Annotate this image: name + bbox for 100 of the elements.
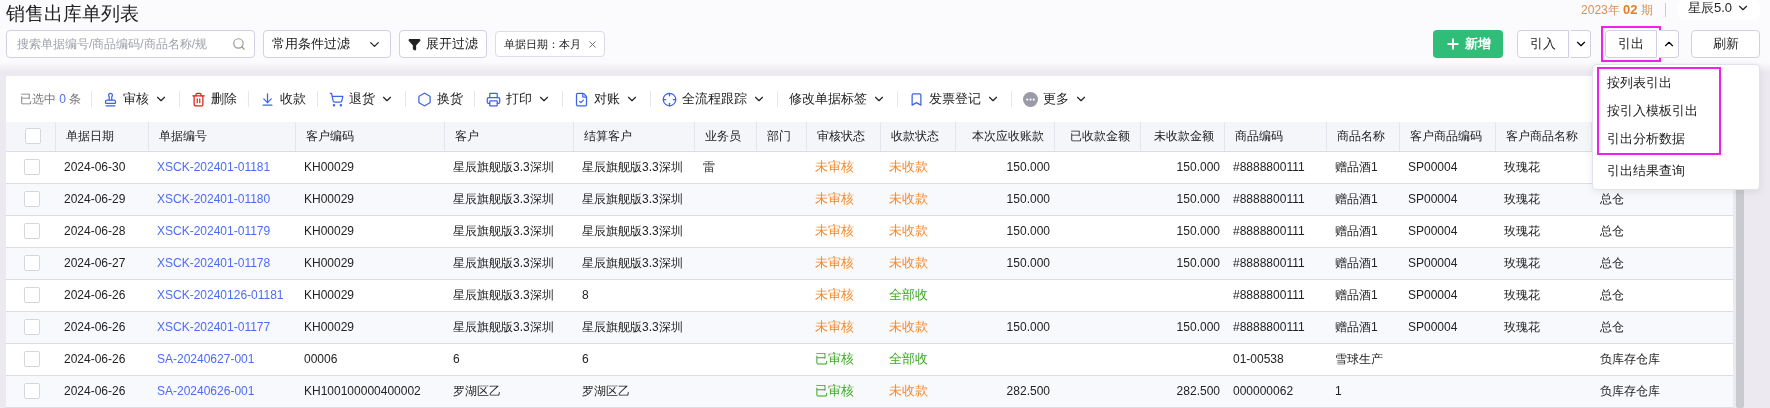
toolbar-button[interactable]: 发票登记	[897, 91, 1012, 107]
table-cell: 282.500	[1140, 375, 1224, 407]
row-checkbox[interactable]	[24, 159, 40, 175]
toolbar-button[interactable]: 更多	[1011, 91, 1100, 107]
table-cell: 玫瑰花	[1495, 215, 1591, 247]
table-cell: #8888800111	[1224, 311, 1326, 343]
table-cell: KH00029	[295, 215, 444, 247]
toolbar-button[interactable]: 删除	[179, 91, 249, 107]
tag-label: 单据日期：本月	[504, 36, 581, 52]
table-cell: 雷	[694, 151, 756, 183]
document-link[interactable]: XSCK-202401-01181	[157, 159, 291, 175]
document-link[interactable]: XSCK-202401-01178	[157, 255, 291, 271]
table-cell: 星辰旗舰版3.3深圳	[444, 183, 573, 215]
filter-dropdown[interactable]: 常用条件过滤	[263, 30, 391, 58]
cart-icon	[329, 91, 345, 107]
menu-item[interactable]: 按引入模板引出	[1599, 97, 1719, 125]
table-cell: SP00004	[1399, 183, 1495, 215]
toolbar-button[interactable]: 打印	[474, 91, 563, 107]
status-text: 全部收	[889, 287, 928, 302]
row-checkbox[interactable]	[24, 255, 40, 271]
table-cell: SP00004	[1399, 151, 1495, 183]
toolbar-button[interactable]: 退货	[317, 91, 406, 107]
table-cell: SP00004	[1399, 311, 1495, 343]
status-text: 已审核	[815, 351, 854, 366]
search-field[interactable]: 搜索单据编号/商品编码/商品名称/规	[6, 30, 255, 58]
table-cell: 总仓	[1591, 215, 1676, 247]
period-label: 2023年 02 期	[1581, 1, 1653, 19]
table-cell: 150.000	[1140, 215, 1224, 247]
document-link[interactable]: XSCK-202401-01177	[157, 319, 291, 335]
row-checkbox[interactable]	[24, 191, 40, 207]
selection-count: 已选中 0 条	[20, 90, 83, 108]
table-cell: #8888800111	[1224, 215, 1326, 247]
caret-button[interactable]	[1571, 30, 1591, 58]
printer-icon	[486, 91, 502, 107]
caret-button[interactable]	[1659, 30, 1679, 58]
table-cell: KH00029	[295, 279, 444, 311]
table-cell: #8888800111	[1224, 279, 1326, 311]
row-checkbox[interactable]	[24, 351, 40, 367]
split-button[interactable]: 引出	[1605, 30, 1657, 58]
status-text: 未审核	[815, 223, 854, 238]
table-cell: 玫瑰花	[1495, 247, 1591, 279]
table-cell: 赠品酒1	[1326, 247, 1399, 279]
status-text: 未收款	[889, 191, 928, 206]
column-header: 审核状态	[806, 122, 880, 151]
row-checkbox[interactable]	[24, 383, 40, 399]
table-cell: KH00029	[295, 183, 444, 215]
row-checkbox[interactable]	[24, 287, 40, 303]
status-text: 未审核	[815, 255, 854, 270]
table-cell: 2024-06-26	[55, 311, 148, 343]
table-cell: 150.000	[1140, 311, 1224, 343]
table-cell: SP00004	[1399, 215, 1495, 247]
table-cell: SP00004	[1399, 247, 1495, 279]
status-text: 未收款	[889, 255, 928, 270]
column-header: 收款状态	[880, 122, 955, 151]
column-header: 部门	[756, 122, 806, 151]
document-link[interactable]: SA-20240627-001	[157, 351, 291, 367]
toolbar-button[interactable]: 换货	[405, 91, 475, 107]
row-checkbox[interactable]	[24, 223, 40, 239]
column-header: 业务员	[694, 122, 756, 151]
document-link[interactable]: SA-20240626-001	[157, 383, 291, 399]
more-icon	[1023, 91, 1039, 107]
table-cell: 01-00538	[1224, 343, 1326, 375]
toolbar-button[interactable]: 收款	[248, 91, 318, 107]
document-link[interactable]: XSCK-20240126-01181	[157, 287, 291, 303]
version-dropdown[interactable]: 星辰5.0	[1677, 0, 1760, 20]
table-cell: 150.000	[1140, 247, 1224, 279]
table-cell: 8	[573, 279, 694, 311]
toolbar-button[interactable]: 全流程跟踪	[650, 91, 778, 107]
table-cell: 2024-06-28	[55, 215, 148, 247]
split-button[interactable]: 引入	[1517, 30, 1569, 58]
toolbar-button[interactable]: 修改单据标签	[777, 91, 898, 107]
table-cell: SP00004	[1399, 279, 1495, 311]
close-icon[interactable]	[587, 38, 598, 50]
table-cell: 2024-06-26	[55, 279, 148, 311]
table-cell: 6	[573, 343, 694, 375]
table-cell: 150.000	[955, 151, 1054, 183]
toolbar-button[interactable]: 审核	[91, 91, 180, 107]
document-link[interactable]: XSCK-202401-01180	[157, 191, 291, 207]
refresh-button[interactable]: 刷新	[1691, 30, 1760, 58]
document-link[interactable]: XSCK-202401-01179	[157, 223, 291, 239]
select-all-checkbox[interactable]	[25, 128, 41, 145]
hexagon-icon	[417, 91, 433, 107]
stamp-icon	[103, 91, 119, 107]
menu-item[interactable]: 按列表引出	[1599, 69, 1719, 97]
menu-item[interactable]: 引出结果查询	[1599, 157, 1719, 185]
table-cell: 负库存仓库	[1591, 343, 1676, 375]
expand-filter-button[interactable]: 展开过滤	[399, 30, 487, 58]
table-cell: 罗湖区乙	[444, 375, 573, 407]
table-cell: 负库存仓库	[1591, 375, 1676, 407]
table-cell: 罗湖区乙	[573, 375, 694, 407]
plus-icon	[1445, 36, 1461, 52]
column-header: 已收款金额	[1054, 122, 1140, 151]
menu-item[interactable]: 引出分析数据	[1599, 125, 1719, 153]
table-cell: 总仓	[1591, 311, 1676, 343]
row-checkbox[interactable]	[24, 319, 40, 335]
page-title: 销售出库单列表	[6, 2, 139, 26]
table-cell: 2024-06-26	[55, 375, 148, 407]
toolbar-button[interactable]: 对账	[562, 91, 651, 107]
table-cell: #8888800111	[1224, 183, 1326, 215]
table-cell: 150.000	[955, 311, 1054, 343]
